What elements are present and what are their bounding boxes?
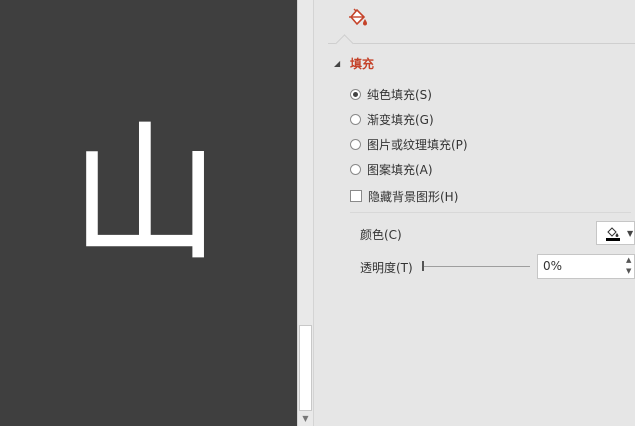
fill-bucket-icon[interactable] — [346, 6, 370, 30]
dropdown-caret-icon: ▼ — [627, 229, 634, 238]
checkbox-hide-background[interactable]: 隐藏背景图形(H) — [350, 187, 458, 205]
slide-text[interactable]: 山 — [70, 105, 220, 285]
tab-divider — [328, 43, 635, 44]
radio-solid-fill[interactable]: 纯色填充(S) — [350, 85, 432, 103]
section-divider — [350, 212, 631, 213]
transparency-label: 透明度(T) — [360, 261, 413, 275]
color-picker-button[interactable]: ▼ — [596, 221, 635, 245]
transparency-input[interactable]: 0% — [537, 254, 635, 279]
vertical-scrollbar[interactable]: ▼ — [297, 0, 314, 426]
scroll-down-arrow-icon[interactable]: ▼ — [298, 411, 313, 426]
fill-section-header[interactable]: ◢ 填充 — [334, 54, 374, 72]
checkbox-label[interactable]: 隐藏背景图形(H) — [368, 188, 458, 205]
radio-picture-texture-fill[interactable]: 图片或纹理填充(P) — [350, 135, 468, 153]
checkbox[interactable] — [350, 190, 362, 202]
radio-button[interactable] — [350, 163, 361, 175]
radio-pattern-fill[interactable]: 图案填充(A) — [350, 160, 433, 178]
collapse-triangle-icon[interactable]: ◢ — [334, 59, 350, 68]
radio-button[interactable] — [350, 113, 361, 125]
transparency-slider[interactable] — [422, 266, 530, 267]
radio-label[interactable]: 纯色填充(S) — [367, 86, 432, 103]
slide-canvas[interactable]: 山 — [0, 0, 297, 426]
spin-arrows-icon[interactable]: ▲ ▼ — [626, 255, 635, 278]
radio-label[interactable]: 图案填充(A) — [367, 161, 433, 178]
format-background-pane: ◢ 填充 纯色填充(S) 渐变填充(G) 图片或纹理填充(P) 图案填充(A) … — [314, 0, 635, 426]
paint-bucket-icon — [606, 227, 620, 241]
pane-tab-bar — [328, 0, 635, 44]
radio-label[interactable]: 图片或纹理填充(P) — [367, 136, 468, 153]
scrollbar-thumb[interactable] — [299, 325, 312, 411]
transparency-slider-thumb[interactable] — [422, 261, 424, 271]
section-title[interactable]: 填充 — [350, 55, 374, 72]
radio-button[interactable] — [350, 88, 361, 100]
radio-label[interactable]: 渐变填充(G) — [367, 111, 434, 128]
radio-gradient-fill[interactable]: 渐变填充(G) — [350, 110, 434, 128]
color-label: 颜色(C) — [360, 228, 402, 242]
radio-button[interactable] — [350, 138, 361, 150]
